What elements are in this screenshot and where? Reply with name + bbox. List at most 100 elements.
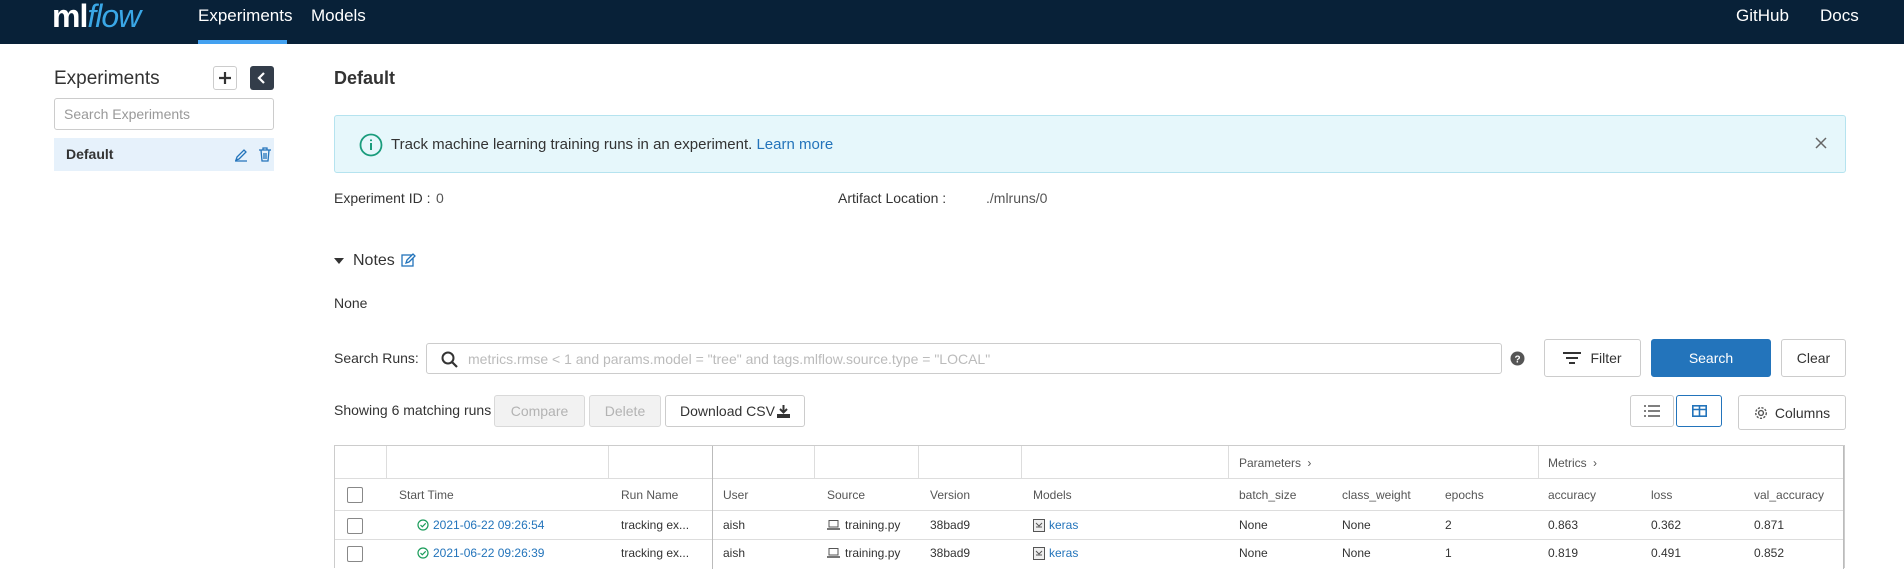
metric-accuracy: 0.863 [1548,518,1579,532]
param-batch-size: None [1239,518,1268,532]
artifact-location-value: ./mlruns/0 [986,190,1048,206]
columns-button[interactable]: Columns [1738,395,1846,430]
sidebar-item-label: Default [66,146,114,162]
column-header[interactable]: User [723,488,748,502]
table-divider [712,446,713,569]
nav-github[interactable]: GitHub [1736,6,1789,26]
add-experiment-button[interactable] [213,66,237,90]
run-user: aish [723,518,746,532]
edit-icon[interactable] [234,148,248,162]
laptop-icon [827,548,840,558]
experiment-id-label: Experiment ID : [334,190,431,206]
clear-button[interactable]: Clear [1781,339,1846,377]
column-header[interactable]: class_weight [1342,488,1411,502]
metric-loss: 0.491 [1651,546,1682,560]
banner-text: Track machine learning training runs in … [391,136,834,153]
matching-runs-count: Showing 6 matching runs [334,402,492,418]
learn-more-link[interactable]: Learn more [756,136,833,153]
download-csv-button[interactable]: Download CSV [665,395,805,427]
run-version: 38bad9 [930,518,971,532]
list-icon [1644,405,1660,417]
run-source[interactable]: training.py [845,546,900,560]
metric-accuracy: 0.819 [1548,546,1579,560]
download-csv-label: Download CSV [680,403,775,419]
run-start-time-link[interactable]: 2021-06-22 09:26:39 [433,546,544,560]
search-button[interactable]: Search [1651,339,1771,377]
table-divider [335,478,1844,479]
compare-button[interactable]: Compare [494,395,585,427]
close-icon[interactable] [1815,137,1827,149]
column-header[interactable]: Source [827,488,865,502]
column-header[interactable]: Version [930,488,970,502]
experiment-id-value: 0 [436,190,444,206]
metric-val-accuracy: 0.871 [1754,518,1785,532]
param-epochs: 2 [1445,518,1452,532]
columns-label: Columns [1774,404,1831,421]
column-header[interactable]: accuracy [1548,488,1596,502]
row-checkbox[interactable] [347,518,363,534]
column-header[interactable]: Start Time [399,488,454,502]
column-header[interactable]: val_accuracy [1754,488,1824,502]
chevron-right-icon: › [1307,456,1312,470]
table-divider [335,510,1844,511]
table-divider [1021,446,1022,478]
param-epochs: 1 [1445,546,1452,560]
caret-down-icon[interactable] [334,257,344,265]
column-header[interactable]: batch_size [1239,488,1296,502]
run-start-time-link[interactable]: 2021-06-22 09:26:54 [433,518,544,532]
run-name: tracking ex... [621,546,690,560]
search-icon [441,351,458,368]
filter-button[interactable]: Filter [1544,339,1641,377]
column-header[interactable]: Models [1033,488,1072,502]
sidebar-title: Experiments [54,68,160,89]
svg-text:?: ? [1514,355,1520,366]
table-divider [1843,446,1844,569]
status-success-icon [417,519,429,531]
collapse-sidebar-button[interactable] [250,66,274,90]
runs-table: Parameters › Metrics › Start Time Run Na… [334,445,1845,569]
run-version: 38bad9 [930,546,971,560]
run-source[interactable]: training.py [845,518,900,532]
chevron-right-icon: › [1593,456,1598,470]
column-header[interactable]: Run Name [621,488,678,502]
artifact-location-label: Artifact Location : [838,190,947,206]
search-experiments-input[interactable] [54,98,274,130]
sidebar-item-default[interactable]: Default [54,138,274,171]
filter-icon [1563,352,1582,364]
download-icon [776,404,790,418]
param-batch-size: None [1239,546,1268,560]
list-view-toggle[interactable] [1630,395,1674,427]
search-runs-input[interactable]: metrics.rmse < 1 and params.model = "tre… [426,343,1502,374]
gear-icon [1754,406,1767,419]
delete-button[interactable]: Delete [589,395,661,427]
help-icon[interactable]: ? [1510,351,1525,366]
nav-models[interactable]: Models [311,6,366,26]
metric-val-accuracy: 0.852 [1754,546,1785,560]
run-name: tracking ex... [621,518,690,532]
metrics-group-header[interactable]: Metrics › [1548,456,1597,470]
table-divider [918,446,919,478]
edit-notes-icon[interactable] [401,253,416,268]
parameters-group-header[interactable]: Parameters › [1239,456,1311,470]
nav-docs[interactable]: Docs [1820,6,1859,26]
table-divider [608,446,609,478]
nav-experiments[interactable]: Experiments [198,6,292,26]
notes-title[interactable]: Notes [353,252,395,270]
run-model-link[interactable]: keras [1049,518,1078,532]
search-runs-label: Search Runs: [334,350,419,366]
param-class-weight: None [1342,546,1371,560]
table-divider [1538,446,1539,478]
column-header[interactable]: loss [1651,488,1672,502]
model-icon [1033,547,1045,560]
run-model-link[interactable]: keras [1049,546,1078,560]
mlflow-logo[interactable]: mlflow [52,0,141,32]
plus-icon [219,72,231,84]
metric-loss: 0.362 [1651,518,1682,532]
row-checkbox[interactable] [347,546,363,562]
nav-active-indicator [198,40,287,44]
column-header[interactable]: epochs [1445,488,1484,502]
model-icon [1033,519,1045,532]
select-all-checkbox[interactable] [347,487,363,503]
trash-icon[interactable] [258,147,272,162]
table-view-toggle[interactable] [1676,395,1722,427]
